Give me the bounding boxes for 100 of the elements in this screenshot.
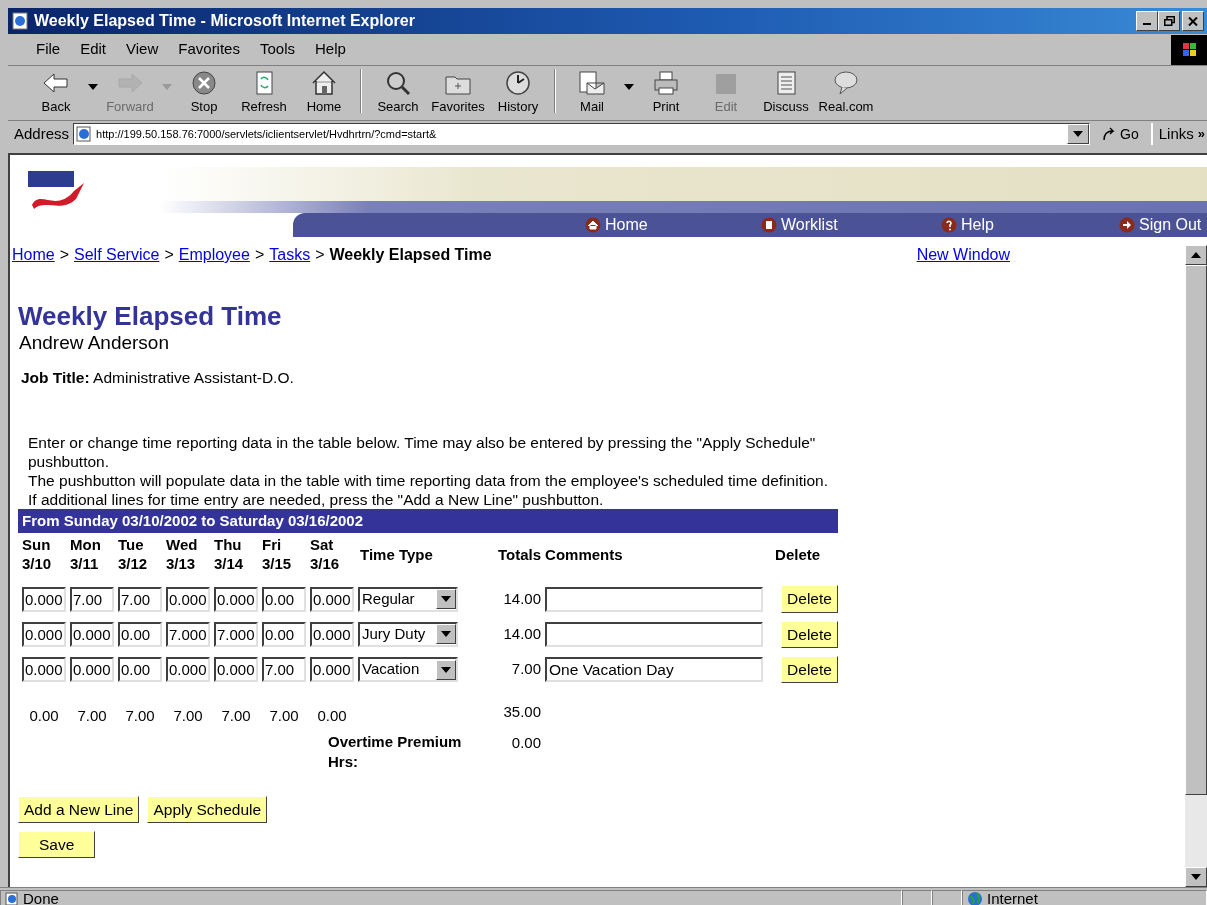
- hours-field[interactable]: 0.00: [262, 621, 306, 647]
- minimize-button[interactable]: [1136, 11, 1158, 31]
- comment-field[interactable]: One Vacation Day: [545, 657, 764, 683]
- hours-field[interactable]: 0.000: [70, 657, 114, 683]
- save-button[interactable]: Save: [18, 830, 96, 859]
- hours-field[interactable]: 0.000: [22, 621, 66, 647]
- add-line-button[interactable]: Add a New Line: [18, 795, 140, 823]
- nav-link[interactable]: Sign Out: [1119, 213, 1202, 237]
- menu-item[interactable]: View: [116, 38, 169, 61]
- dropdown-arrow-icon: [1073, 131, 1084, 137]
- nav-link[interactable]: Home: [585, 213, 648, 237]
- delete-button[interactable]: Delete: [781, 585, 838, 613]
- breadcrumb-separator: >: [315, 245, 325, 265]
- overtime-value: 0.00: [511, 733, 542, 751]
- breadcrumb-link[interactable]: Self Service: [74, 245, 160, 267]
- hours-field[interactable]: 7.00: [70, 586, 114, 612]
- links-button[interactable]: Links: [1150, 122, 1194, 146]
- toolbar-button[interactable]: Back: [26, 68, 86, 116]
- scroll-up-icon: [1191, 252, 1201, 258]
- menu-item[interactable]: Tools: [249, 38, 305, 61]
- time-type-dropdown[interactable]: Regular: [358, 586, 458, 612]
- apply-schedule-button[interactable]: Apply Schedule: [147, 795, 268, 823]
- delete-button[interactable]: Delete: [781, 620, 838, 648]
- go-arrow-icon: [1102, 127, 1117, 141]
- day-total: 7.00: [125, 707, 155, 725]
- toolbar-button[interactable]: Favorites: [428, 68, 488, 116]
- day-total: 7.00: [221, 707, 251, 725]
- globe-icon: [967, 891, 983, 905]
- column-header: 3/14: [214, 554, 245, 574]
- column-header: 3/10: [22, 554, 53, 574]
- status-pane: Done: [0, 889, 902, 905]
- column-header: 3/15: [262, 554, 293, 574]
- breadcrumb-link[interactable]: Employee: [178, 245, 250, 267]
- employee-name: Andrew Anderson: [19, 332, 170, 355]
- column-header: Tue: [118, 535, 145, 555]
- hours-field[interactable]: 7.00: [118, 586, 162, 612]
- instruction-text: Enter or change time reporting data in the table below. Time may also be entered by pressing the "Apply Schedule" pushbutton.: [28, 433, 817, 472]
- toolbar-button[interactable]: Search: [368, 68, 428, 116]
- menu-item[interactable]: Edit: [70, 38, 117, 61]
- hours-field[interactable]: 0.000: [310, 621, 354, 647]
- comment-field[interactable]: [545, 621, 764, 647]
- hours-field[interactable]: 0.00: [118, 621, 162, 647]
- instruction-text: If additional lines for time entry are needed, press the "Add a New Line" pushbutton.: [28, 490, 605, 510]
- new-window-link[interactable]: New Window: [916, 245, 1010, 267]
- column-header: Fri: [262, 535, 283, 555]
- field-label: Job Title:: [21, 369, 90, 387]
- dropdown-arrow-icon: [441, 631, 451, 638]
- toolbar-button[interactable]: Home: [294, 68, 354, 116]
- menu-item[interactable]: File: [26, 38, 71, 61]
- time-type-dropdown[interactable]: Vacation: [358, 657, 458, 683]
- restore-button[interactable]: [1158, 11, 1180, 31]
- nav-link[interactable]: Help: [941, 213, 994, 237]
- hours-field[interactable]: 0.000: [166, 586, 210, 612]
- toolbar-button[interactable]: Stop: [174, 68, 234, 116]
- toolbar-button[interactable]: History: [488, 68, 548, 116]
- hours-field[interactable]: 0.000: [22, 586, 66, 612]
- hours-field[interactable]: 0.000: [22, 657, 66, 683]
- delete-button[interactable]: Delete: [781, 655, 838, 684]
- period-header: From Sunday 03/10/2002 to Saturday 03/16/2002: [18, 509, 838, 534]
- time-type-dropdown[interactable]: Jury Duty: [358, 621, 458, 647]
- hours-field[interactable]: 0.000: [310, 657, 354, 683]
- breadcrumb-separator: >: [164, 245, 174, 265]
- hours-field[interactable]: 0.000: [70, 621, 114, 647]
- zone-pane: Internet: [962, 889, 1207, 905]
- row-total: 14.00: [503, 589, 542, 607]
- toolbar-button[interactable]: Refresh: [234, 68, 294, 116]
- close-button[interactable]: [1182, 11, 1204, 31]
- page-icon: [76, 126, 93, 142]
- mail-icon: [577, 68, 607, 97]
- restore-icon: [1163, 16, 1175, 26]
- column-header: Mon: [70, 535, 102, 555]
- address-field[interactable]: http://199.50.158.76:7000/servlets/iclientservlet/Hvdhrtrn/?cmd=start&: [73, 123, 1091, 145]
- breadcrumb-link[interactable]: Tasks: [269, 245, 311, 267]
- toolbar-button[interactable]: Mail: [562, 68, 622, 116]
- hours-field[interactable]: 7.000: [214, 621, 258, 647]
- hours-field[interactable]: 7.00: [262, 657, 306, 683]
- hours-field[interactable]: 0.00: [118, 657, 162, 683]
- column-header: Sat: [310, 535, 335, 555]
- scrollbar[interactable]: [1185, 245, 1207, 887]
- hours-field[interactable]: 0.000: [310, 586, 354, 612]
- hours-field[interactable]: 0.000: [214, 586, 258, 612]
- windows-logo-icon: [1171, 34, 1207, 65]
- minimize-icon: [1143, 23, 1151, 25]
- column-header: Sun: [22, 535, 52, 555]
- day-total: 0.00: [29, 707, 59, 725]
- hours-field[interactable]: 7.000: [166, 621, 210, 647]
- more-links-button[interactable]: »: [1197, 124, 1207, 144]
- toolbar-button[interactable]: Discuss: [756, 68, 816, 116]
- comment-field[interactable]: [545, 586, 764, 612]
- menu-item[interactable]: Help: [305, 38, 356, 61]
- hours-field[interactable]: 0.000: [166, 657, 210, 683]
- hours-field[interactable]: 0.000: [214, 657, 258, 683]
- breadcrumb-separator: >: [59, 245, 70, 265]
- breadcrumb-link[interactable]: Home: [12, 245, 55, 267]
- hours-field[interactable]: 0.00: [262, 586, 306, 612]
- menu-item[interactable]: Favorites: [168, 38, 250, 61]
- nav-link[interactable]: Worklist: [761, 213, 838, 237]
- toolbar-button[interactable]: Print: [636, 68, 696, 116]
- toolbar-button[interactable]: Real.com: [816, 68, 876, 116]
- breadcrumb-current: Weekly Elapsed Time: [329, 245, 492, 265]
